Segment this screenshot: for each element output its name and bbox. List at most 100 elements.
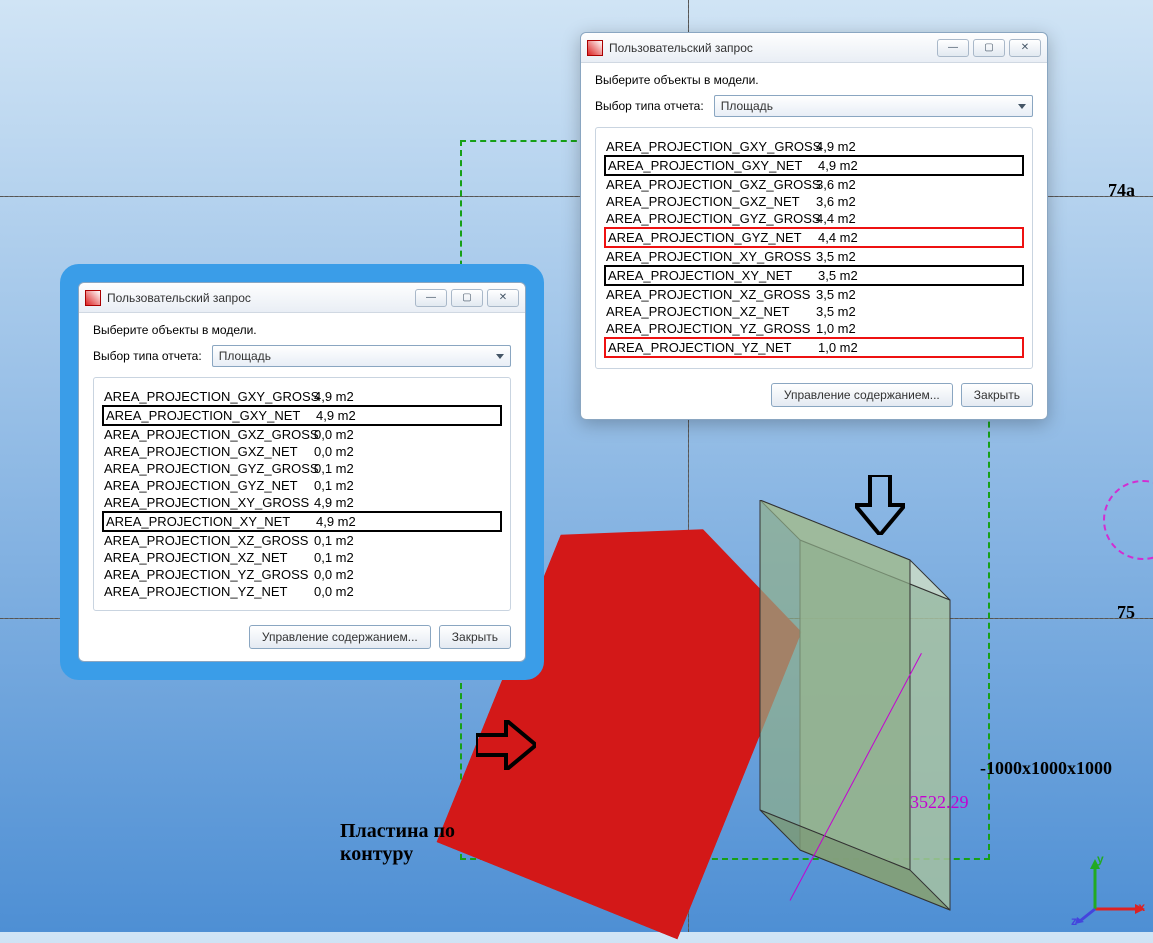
- result-key: AREA_PROJECTION_XY_NET: [106, 514, 316, 529]
- close-button[interactable]: Закрыть: [439, 625, 511, 649]
- result-row: AREA_PROJECTION_GYZ_GROSS4,4 m2: [604, 210, 1024, 227]
- result-key: AREA_PROJECTION_GXY_GROSS: [606, 139, 816, 154]
- result-row: AREA_PROJECTION_XY_NET3,5 m2: [604, 265, 1024, 286]
- result-key: AREA_PROJECTION_XY_NET: [608, 268, 818, 283]
- result-key: AREA_PROJECTION_YZ_NET: [608, 340, 818, 355]
- grid-label-75: 75: [1117, 602, 1135, 623]
- arrow-right-to-plate: [476, 720, 536, 770]
- result-value: 4,9 m2: [816, 139, 876, 154]
- minimize-button[interactable]: —: [415, 289, 447, 307]
- result-key: AREA_PROJECTION_GYZ_GROSS: [104, 461, 314, 476]
- box-dims-label: -1000х1000х1000: [980, 758, 1112, 779]
- grid-label-74a: 74а: [1108, 180, 1135, 201]
- instruction-text: Выберите объекты в модели.: [93, 323, 511, 337]
- arrow-down-to-box: [855, 475, 905, 535]
- report-type-select[interactable]: Площадь: [714, 95, 1033, 117]
- close-window-button[interactable]: ✕: [487, 289, 519, 307]
- manage-content-button[interactable]: Управление содержанием...: [771, 383, 953, 407]
- result-row: AREA_PROJECTION_GXY_NET4,9 m2: [102, 405, 502, 426]
- axis-y-label: y: [1097, 852, 1104, 866]
- result-row: AREA_PROJECTION_GXZ_NET3,6 m2: [604, 193, 1024, 210]
- manage-content-button[interactable]: Управление содержанием...: [249, 625, 431, 649]
- result-value: 0,1 m2: [314, 550, 374, 565]
- result-value: 3,5 m2: [816, 249, 876, 264]
- result-key: AREA_PROJECTION_GXY_NET: [608, 158, 818, 173]
- result-key: AREA_PROJECTION_XZ_NET: [104, 550, 314, 565]
- result-key: AREA_PROJECTION_YZ_GROSS: [104, 567, 314, 582]
- result-key: AREA_PROJECTION_GXZ_NET: [606, 194, 816, 209]
- close-window-button[interactable]: ✕: [1009, 39, 1041, 57]
- result-row: AREA_PROJECTION_XY_GROSS4,9 m2: [102, 494, 502, 511]
- minimize-button[interactable]: —: [937, 39, 969, 57]
- axis-x-label: x: [1138, 900, 1145, 914]
- result-row: AREA_PROJECTION_XZ_GROSS0,1 m2: [102, 532, 502, 549]
- result-row: AREA_PROJECTION_XY_GROSS3,5 m2: [604, 248, 1024, 265]
- report-type-value: Площадь: [721, 99, 773, 113]
- instruction-text: Выберите объекты в модели.: [595, 73, 1033, 87]
- dialog-title: Пользовательский запрос: [107, 291, 411, 305]
- result-value: 0,0 m2: [314, 567, 374, 582]
- results-list-1: AREA_PROJECTION_GXY_GROSS4,9 m2AREA_PROJ…: [102, 388, 502, 600]
- maximize-button[interactable]: ▢: [973, 39, 1005, 57]
- result-key: AREA_PROJECTION_XZ_GROSS: [606, 287, 816, 302]
- result-value: 4,9 m2: [314, 389, 374, 404]
- report-type-label: Выбор типа отчета:: [93, 349, 202, 363]
- user-query-dialog-2: Пользовательский запрос — ▢ ✕ Выберите о…: [580, 32, 1048, 420]
- axis-z-label: z: [1071, 914, 1077, 928]
- maximize-button[interactable]: ▢: [451, 289, 483, 307]
- result-value: 3,5 m2: [816, 287, 876, 302]
- result-key: AREA_PROJECTION_GYZ_GROSS: [606, 211, 816, 226]
- magenta-circle-marker: [1103, 480, 1153, 560]
- user-query-dialog-1: Пользовательский запрос — ▢ ✕ Выберите о…: [78, 282, 526, 662]
- result-key: AREA_PROJECTION_XZ_GROSS: [104, 533, 314, 548]
- result-value: 4,4 m2: [816, 211, 876, 226]
- result-row: AREA_PROJECTION_GXZ_GROSS3,6 m2: [604, 176, 1024, 193]
- result-key: AREA_PROJECTION_GYZ_NET: [104, 478, 314, 493]
- dimension-value: 3522.29: [910, 792, 969, 813]
- result-key: AREA_PROJECTION_XZ_NET: [606, 304, 816, 319]
- result-value: 3,5 m2: [816, 304, 876, 319]
- result-value: 0,1 m2: [314, 533, 374, 548]
- result-value: 3,6 m2: [816, 194, 876, 209]
- result-row: AREA_PROJECTION_GXY_GROSS4,9 m2: [604, 138, 1024, 155]
- result-value: 1,0 m2: [818, 340, 878, 355]
- result-row: AREA_PROJECTION_XZ_NET3,5 m2: [604, 303, 1024, 320]
- green-box-object[interactable]: [700, 500, 1040, 943]
- result-row: AREA_PROJECTION_YZ_GROSS1,0 m2: [604, 320, 1024, 337]
- result-value: 0,1 m2: [314, 461, 374, 476]
- result-key: AREA_PROJECTION_XY_GROSS: [104, 495, 314, 510]
- result-value: 4,9 m2: [314, 495, 374, 510]
- result-key: AREA_PROJECTION_GYZ_NET: [608, 230, 818, 245]
- result-row: AREA_PROJECTION_GYZ_NET0,1 m2: [102, 477, 502, 494]
- report-type-select[interactable]: Площадь: [212, 345, 511, 367]
- result-value: 4,4 m2: [818, 230, 878, 245]
- result-row: AREA_PROJECTION_GYZ_NET4,4 m2: [604, 227, 1024, 248]
- result-key: AREA_PROJECTION_GXY_GROSS: [104, 389, 314, 404]
- result-key: AREA_PROJECTION_XY_GROSS: [606, 249, 816, 264]
- result-value: 3,5 m2: [818, 268, 878, 283]
- result-row: AREA_PROJECTION_GYZ_GROSS0,1 m2: [102, 460, 502, 477]
- result-row: AREA_PROJECTION_XZ_GROSS3,5 m2: [604, 286, 1024, 303]
- results-group: AREA_PROJECTION_GXY_GROSS4,9 m2AREA_PROJ…: [595, 127, 1033, 369]
- result-key: AREA_PROJECTION_GXZ_NET: [104, 444, 314, 459]
- chevron-down-icon: [1018, 104, 1026, 109]
- result-row: AREA_PROJECTION_GXY_NET4,9 m2: [604, 155, 1024, 176]
- plate-label: Пластина по контуру: [340, 820, 455, 866]
- titlebar[interactable]: Пользовательский запрос — ▢ ✕: [581, 33, 1047, 63]
- result-row: AREA_PROJECTION_GXZ_GROSS0,0 m2: [102, 426, 502, 443]
- result-key: AREA_PROJECTION_YZ_NET: [104, 584, 314, 599]
- result-value: 0,0 m2: [314, 427, 374, 442]
- titlebar[interactable]: Пользовательский запрос — ▢ ✕: [79, 283, 525, 313]
- result-value: 0,1 m2: [314, 478, 374, 493]
- dialog-title: Пользовательский запрос: [609, 41, 933, 55]
- result-value: 1,0 m2: [816, 321, 876, 336]
- report-type-label: Выбор типа отчета:: [595, 99, 704, 113]
- close-button[interactable]: Закрыть: [961, 383, 1033, 407]
- result-key: AREA_PROJECTION_YZ_GROSS: [606, 321, 816, 336]
- result-row: AREA_PROJECTION_GXZ_NET0,0 m2: [102, 443, 502, 460]
- result-value: 0,0 m2: [314, 584, 374, 599]
- results-group: AREA_PROJECTION_GXY_GROSS4,9 m2AREA_PROJ…: [93, 377, 511, 611]
- result-row: AREA_PROJECTION_YZ_GROSS0,0 m2: [102, 566, 502, 583]
- result-key: AREA_PROJECTION_GXZ_GROSS: [606, 177, 816, 192]
- result-value: 3,6 m2: [816, 177, 876, 192]
